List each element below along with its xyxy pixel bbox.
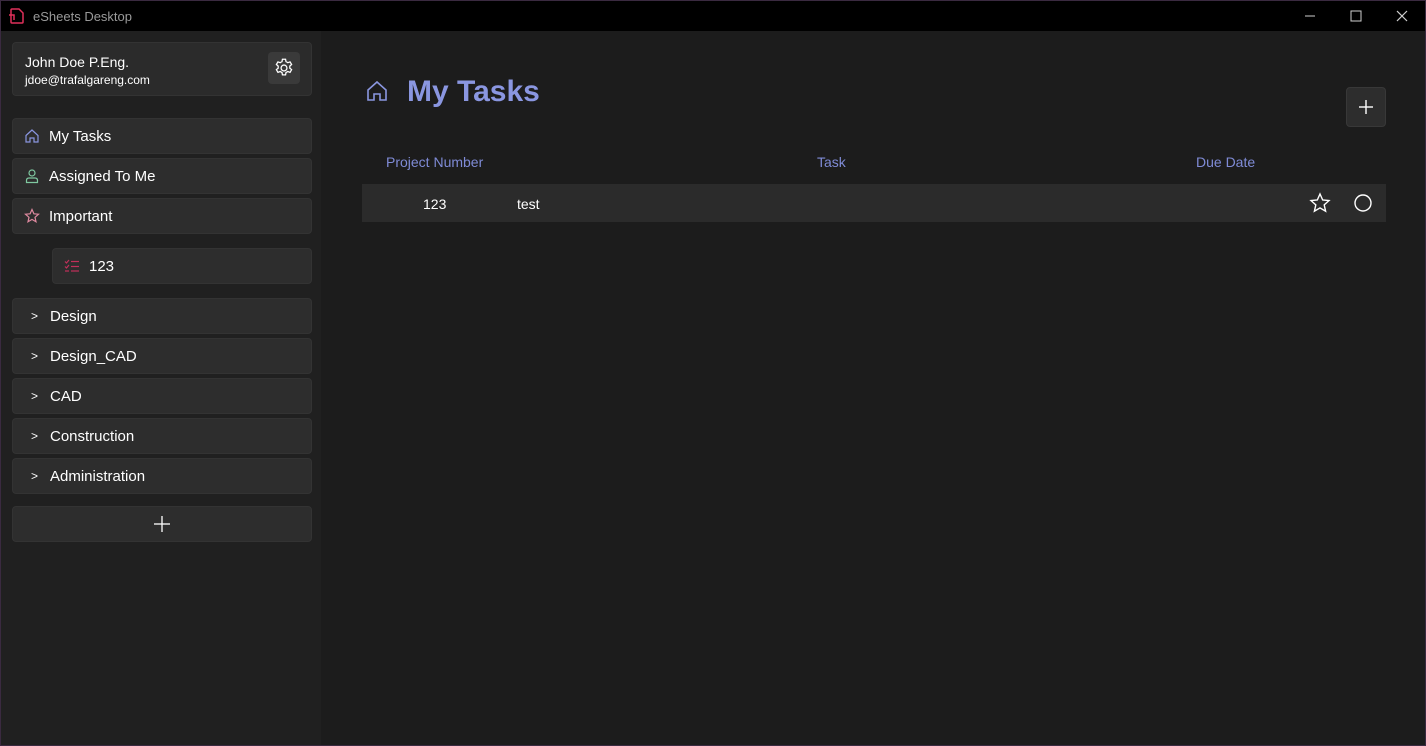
sidebar-group-label: CAD — [50, 388, 82, 405]
expand-arrow-icon: > — [31, 349, 39, 363]
minimize-button[interactable] — [1287, 1, 1333, 31]
sidebar-group-cad[interactable]: > CAD — [12, 378, 312, 414]
close-icon — [1396, 10, 1408, 22]
app-window: eSheets Desktop John Doe P.Eng. jdoe@tra… — [0, 0, 1426, 746]
minimize-icon — [1305, 15, 1315, 17]
sidebar-item-assigned-to-me[interactable]: Assigned To Me — [12, 158, 312, 194]
page-title: My Tasks — [407, 75, 540, 108]
add-task-button[interactable] — [1346, 87, 1386, 127]
sidebar-item-label: Important — [49, 208, 113, 225]
sidebar-group-design-cad[interactable]: > Design_CAD — [12, 338, 312, 374]
user-card: John Doe P.Eng. jdoe@trafalgareng.com — [12, 42, 312, 96]
sidebar-list-123[interactable]: 123 — [52, 248, 312, 284]
column-header-due-date[interactable]: Due Date — [1196, 154, 1255, 170]
sidebar-group-administration[interactable]: > Administration — [12, 458, 312, 494]
column-header-task[interactable]: Task — [817, 154, 846, 170]
expand-arrow-icon: > — [31, 429, 39, 443]
sidebar-item-important[interactable]: Important — [12, 198, 312, 234]
sidebar-group-design[interactable]: > Design — [12, 298, 312, 334]
sidebar-group-construction[interactable]: > Construction — [12, 418, 312, 454]
plus-icon — [154, 516, 170, 532]
expand-arrow-icon: > — [31, 389, 39, 403]
sidebar-group-label: Design — [50, 308, 97, 325]
sidebar-group-label: Construction — [50, 428, 135, 445]
circle-icon — [1354, 194, 1372, 212]
home-icon — [25, 129, 39, 143]
star-icon — [1309, 192, 1331, 213]
user-email: jdoe@trafalgareng.com — [25, 73, 150, 87]
column-header-project-number[interactable]: Project Number — [386, 154, 483, 170]
cell-task: test — [517, 196, 540, 212]
user-name: John Doe P.Eng. — [25, 54, 130, 70]
star-icon — [24, 208, 40, 224]
sidebar-list-label: 123 — [89, 258, 115, 275]
window-title: eSheets Desktop — [33, 9, 133, 24]
expand-arrow-icon: > — [31, 469, 39, 483]
maximize-icon — [1350, 10, 1362, 22]
gear-icon — [275, 58, 293, 76]
app-logo-icon — [9, 8, 24, 24]
complete-task-button[interactable] — [1352, 192, 1374, 214]
task-list-icon — [64, 259, 79, 272]
sidebar-group-label: Design_CAD — [50, 348, 137, 365]
mark-important-button[interactable] — [1309, 192, 1331, 214]
close-button[interactable] — [1379, 1, 1425, 31]
sidebar-group-label: Administration — [50, 468, 146, 485]
table-row[interactable]: 123 test — [362, 184, 1386, 222]
sidebar: John Doe P.Eng. jdoe@trafalgareng.com My… — [1, 31, 321, 745]
expand-arrow-icon: > — [31, 309, 39, 323]
title-bar: eSheets Desktop — [1, 1, 1425, 31]
sidebar-item-label: My Tasks — [49, 128, 112, 145]
sidebar-item-label: Assigned To Me — [49, 168, 156, 185]
plus-icon — [1359, 100, 1373, 114]
person-icon — [25, 169, 39, 184]
cell-project-number: 123 — [423, 196, 447, 212]
maximize-button[interactable] — [1333, 1, 1379, 31]
settings-button[interactable] — [268, 52, 300, 84]
main-content: My Tasks Project Number Task Due Date 12… — [321, 31, 1425, 745]
add-group-button[interactable] — [12, 506, 312, 542]
sidebar-item-my-tasks[interactable]: My Tasks — [12, 118, 312, 154]
home-icon — [367, 80, 387, 101]
